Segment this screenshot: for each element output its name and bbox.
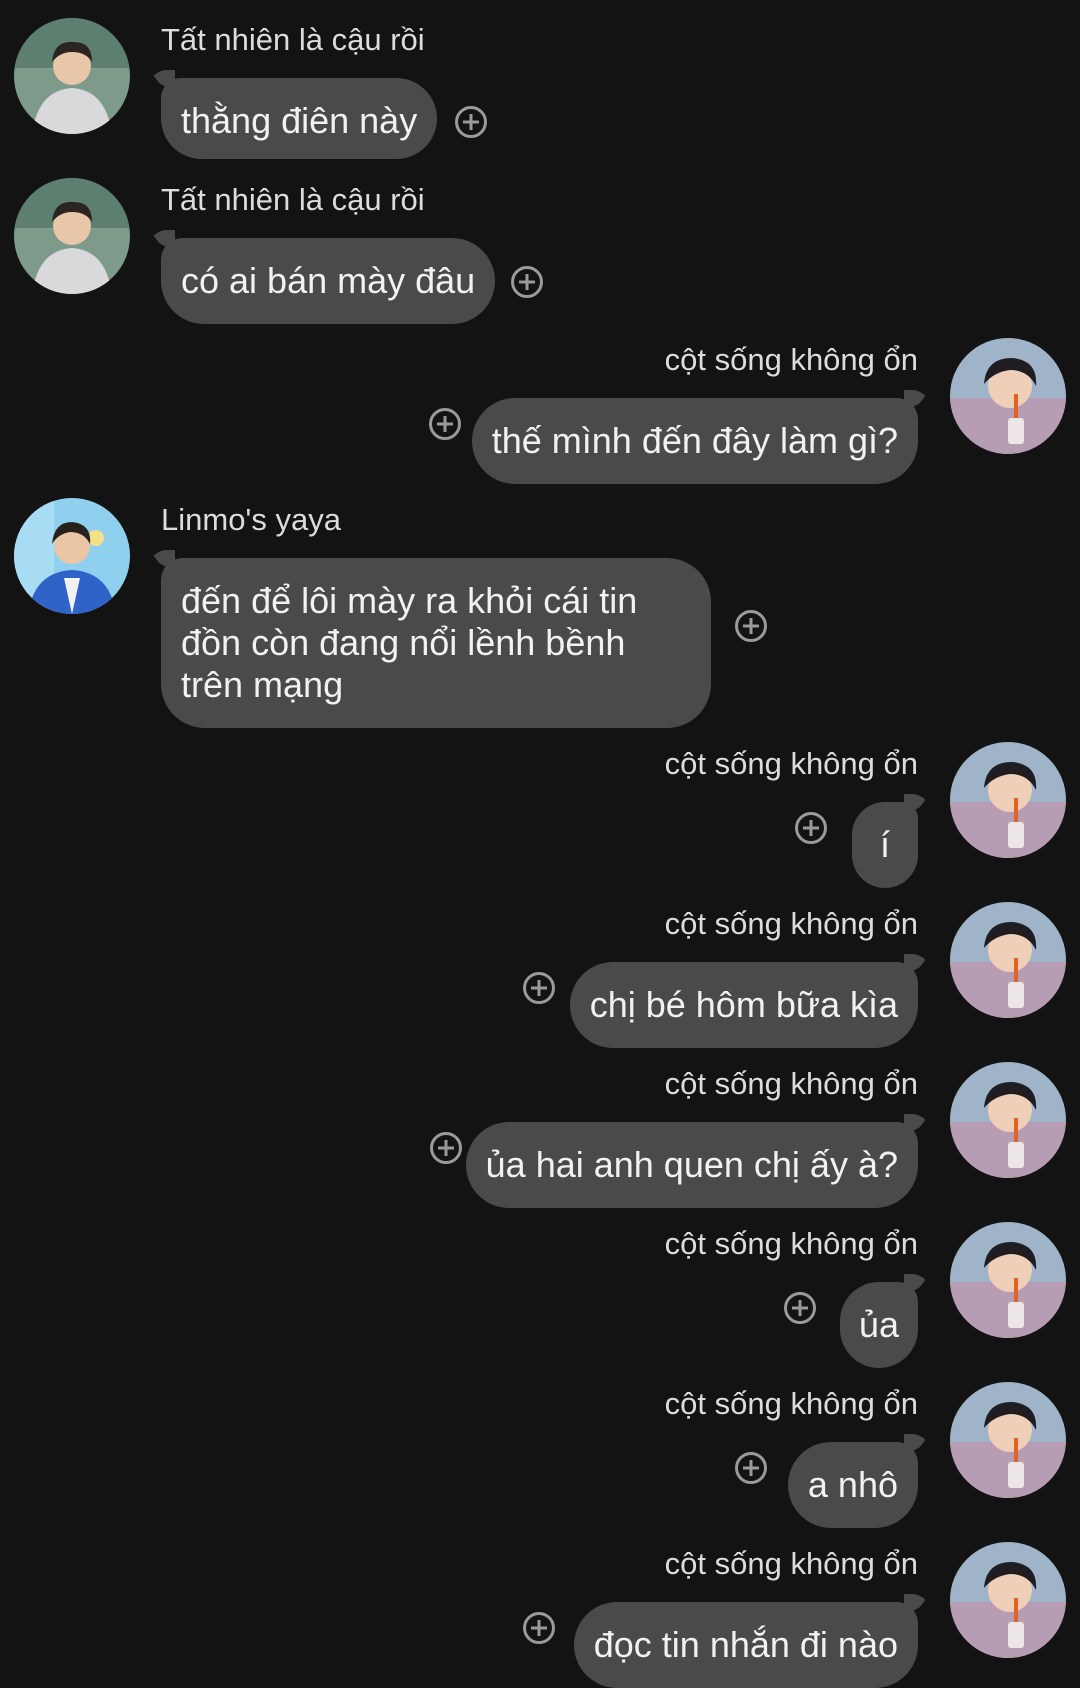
add-reaction-icon[interactable] bbox=[511, 266, 543, 298]
avatar-boy-hoodie-icon bbox=[14, 178, 130, 294]
add-reaction-icon[interactable] bbox=[430, 1132, 462, 1164]
avatar[interactable] bbox=[950, 1222, 1066, 1338]
avatar-boy-straw-icon bbox=[950, 1382, 1066, 1498]
add-reaction-icon[interactable] bbox=[795, 812, 827, 844]
bubble-tail bbox=[904, 1594, 930, 1616]
message-text: a nhô bbox=[807, 1464, 898, 1505]
avatar-boy-straw-icon bbox=[950, 338, 1066, 454]
message-bubble[interactable]: ủa hai anh quen chị ấy à? bbox=[465, 1114, 930, 1208]
avatar[interactable] bbox=[14, 178, 130, 294]
add-reaction-icon[interactable] bbox=[455, 106, 487, 138]
sender-name: Tất nhiên là cậu rồi bbox=[161, 182, 425, 217]
avatar-boy-straw-icon bbox=[950, 1542, 1066, 1658]
avatar[interactable] bbox=[14, 18, 130, 134]
sender-name: Tất nhiên là cậu rồi bbox=[161, 22, 425, 57]
message-text: í bbox=[879, 824, 890, 865]
avatar[interactable] bbox=[950, 1542, 1066, 1658]
message-text: ủa bbox=[858, 1304, 900, 1345]
avatar[interactable] bbox=[950, 742, 1066, 858]
add-reaction-icon[interactable] bbox=[429, 408, 461, 440]
avatar[interactable] bbox=[950, 1062, 1066, 1178]
message-bubble[interactable]: ủa bbox=[840, 1274, 930, 1368]
message-bubble[interactable]: đọc tin nhắn đi nào bbox=[573, 1594, 930, 1688]
message-text: ủa hai anh quen chị ấy à? bbox=[485, 1144, 898, 1185]
avatar[interactable] bbox=[950, 1382, 1066, 1498]
avatar[interactable] bbox=[950, 338, 1066, 454]
avatar[interactable] bbox=[14, 498, 130, 614]
add-reaction-icon[interactable] bbox=[735, 610, 767, 642]
message-bubble[interactable]: a nhô bbox=[787, 1434, 930, 1528]
add-reaction-icon[interactable] bbox=[523, 1612, 555, 1644]
add-reaction-icon[interactable] bbox=[735, 1452, 767, 1484]
sender-name: cột sống không ổn bbox=[664, 1066, 918, 1101]
message-text: đọc tin nhắn đi nào bbox=[593, 1624, 898, 1665]
bubble-tail bbox=[149, 230, 175, 252]
sender-name: cột sống không ổn bbox=[664, 1226, 918, 1261]
avatar-boy-straw-icon bbox=[950, 1222, 1066, 1338]
bubble-tail bbox=[904, 794, 930, 816]
message-text: thế mình đến đây làm gì? bbox=[491, 420, 898, 461]
message-bubble[interactable]: chị bé hôm bữa kìa bbox=[569, 954, 930, 1048]
add-reaction-icon[interactable] bbox=[523, 972, 555, 1004]
bubble-tail bbox=[904, 1114, 930, 1136]
sender-name: cột sống không ổn bbox=[664, 342, 918, 377]
message-bubble[interactable]: có ai bán mày đâu bbox=[149, 230, 496, 324]
bubble-tail bbox=[904, 390, 930, 412]
avatar-boy-straw-icon bbox=[950, 742, 1066, 858]
bubble-tail bbox=[904, 1434, 930, 1456]
bubble-tail bbox=[904, 954, 930, 976]
sender-name: cột sống không ổn bbox=[664, 1386, 918, 1421]
bubble-tail bbox=[149, 70, 175, 92]
sender-name: cột sống không ổn bbox=[664, 906, 918, 941]
message-bubble[interactable]: í bbox=[852, 794, 930, 888]
avatar-boy-hoodie-icon bbox=[14, 18, 130, 134]
message-bubble[interactable]: thằng điên này bbox=[149, 70, 438, 159]
add-reaction-icon[interactable] bbox=[784, 1292, 816, 1324]
avatar-boy-straw-icon bbox=[950, 902, 1066, 1018]
message-text: thằng điên này bbox=[181, 100, 418, 141]
avatar-boy-straw-icon bbox=[950, 1062, 1066, 1178]
avatar-boy-blue-jacket-icon bbox=[14, 498, 130, 614]
sender-name: cột sống không ổn bbox=[664, 1546, 918, 1581]
sender-name: Linmo's yaya bbox=[161, 502, 341, 537]
message-text: có ai bán mày đâu bbox=[181, 260, 476, 301]
bubble-tail bbox=[149, 550, 175, 572]
message-bubble[interactable]: đến để lôi mày ra khỏi cái tin đồn còn đ… bbox=[149, 550, 711, 728]
message-text: đến để lôi mày ra khỏi cái tin đồn còn đ… bbox=[181, 580, 638, 705]
bubble-tail bbox=[904, 1274, 930, 1296]
avatar[interactable] bbox=[950, 902, 1066, 1018]
sender-name: cột sống không ổn bbox=[664, 746, 918, 781]
message-bubble[interactable]: thế mình đến đây làm gì? bbox=[471, 390, 930, 484]
chat-thread: Tất nhiên là cậu rồi thằng điên này Tất … bbox=[0, 0, 1080, 1688]
message-text: chị bé hôm bữa kìa bbox=[589, 984, 898, 1025]
